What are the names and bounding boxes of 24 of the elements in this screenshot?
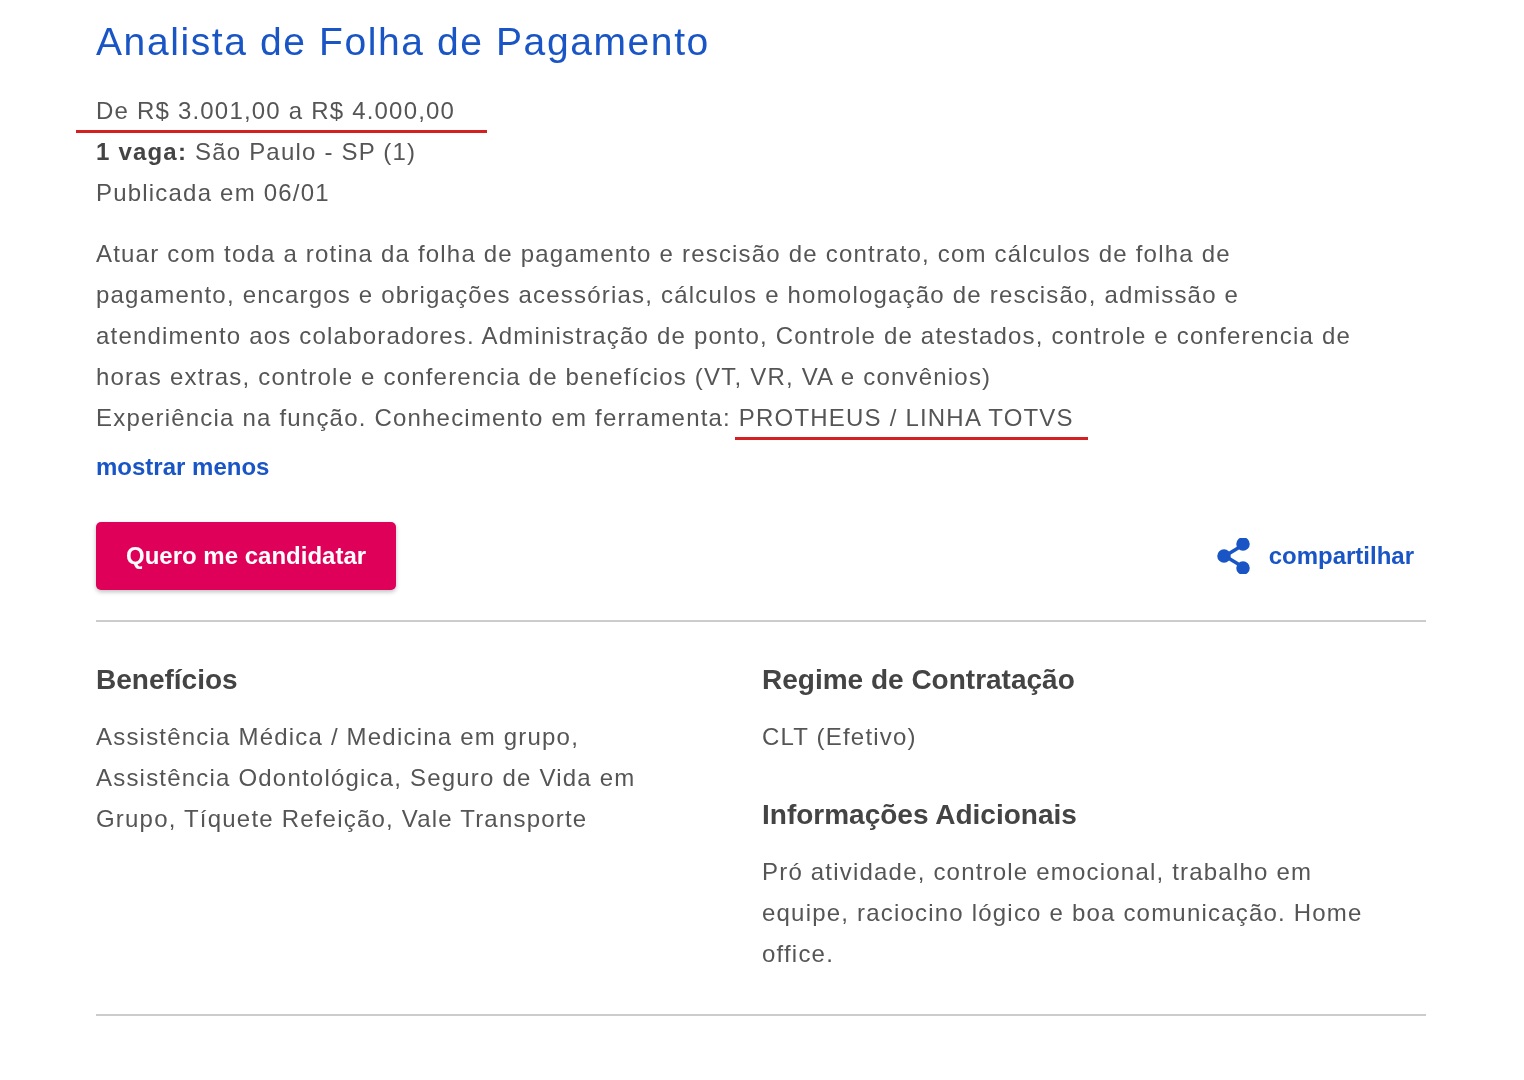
description-text: Atuar com toda a rotina da folha de pagamento e rescisão de contrato, com cálculos de folha de bbox=[96, 240, 1231, 267]
section-text: Pró atividade, controle emocional, trabalho em bbox=[762, 857, 1314, 887]
description-text: horas extras, controle e conferencia de benefícios (VT, VR, VA e convênios) bbox=[96, 363, 992, 390]
description-text: PROTHEUS / LINHA TOTVS bbox=[738, 404, 1074, 431]
description-text: Experiência na função. Conhecimento em ferramenta: bbox=[96, 404, 732, 431]
section-heading: Informações Adicionais bbox=[762, 798, 1078, 832]
description-text: atendimento aos colaboradores. Administração de ponto, Controle de atestados, controle e conferencia de bbox=[96, 322, 1351, 349]
section-text: CLT (Efetivo) bbox=[762, 722, 918, 752]
share-link[interactable]: compartilhar bbox=[1216, 538, 1414, 574]
description-text: pagamento, encargos e obrigações acessórias, cálculos e homologação de rescisão, admissão e bbox=[96, 281, 1240, 308]
section-heading: Regime de Contratação bbox=[762, 663, 1076, 697]
section-text: office. bbox=[762, 939, 835, 969]
section-text: Grupo, Tíquete Refeição, Vale Transporte bbox=[96, 804, 589, 834]
section-heading: Benefícios bbox=[96, 663, 239, 697]
share-icon bbox=[1216, 538, 1251, 574]
section-text: Assistência Odontológica, Seguro de Vida em bbox=[96, 763, 637, 793]
publish-date: Publicada em 06/01 bbox=[96, 178, 331, 208]
salary-range: De R$ 3.001,00 a R$ 4.000,00 bbox=[96, 97, 456, 124]
show-less-link[interactable]: mostrar menos bbox=[96, 450, 270, 484]
vacancy-info: 1 vaga: São Paulo - SP (1) bbox=[96, 137, 418, 167]
job-title: Analista de Folha de Pagamento bbox=[96, 19, 711, 65]
apply-button[interactable]: Quero me candidatar bbox=[96, 522, 397, 590]
section-text: Assistência Médica / Medicina em grupo, bbox=[96, 722, 580, 752]
section-text: equipe, raciocino lógico e boa comunicação. Home bbox=[762, 898, 1364, 928]
